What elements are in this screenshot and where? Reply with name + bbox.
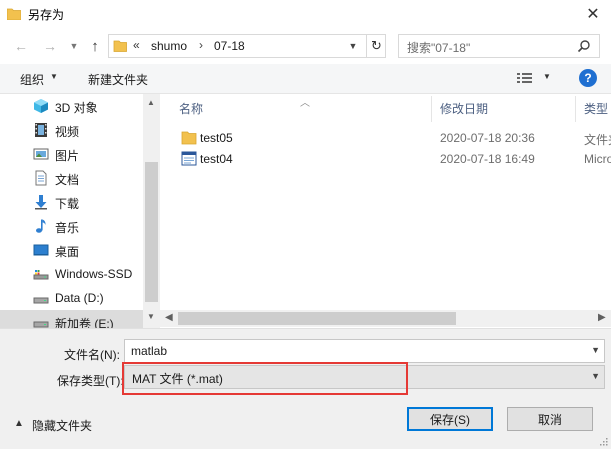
overflow-chevron[interactable]: « — [133, 38, 140, 52]
drive-icon — [33, 297, 49, 304]
breadcrumb-separator-icon[interactable]: › — [199, 38, 203, 52]
music-icon — [36, 219, 46, 233]
search-input[interactable]: 搜索"07-18" — [398, 34, 600, 58]
column-header-modified[interactable]: 修改日期 — [440, 100, 488, 117]
scrollbar-thumb[interactable] — [145, 162, 158, 302]
drive-icon — [33, 270, 49, 280]
file-row-test05[interactable]: test05 2020-07-18 20:36 文件夹 — [160, 127, 611, 148]
save-button[interactable]: 保存(S) — [407, 407, 493, 431]
nav-item-label: 图片 — [55, 149, 80, 163]
nav-item-new-volume-e[interactable]: 新加卷 (E:) — [0, 310, 143, 328]
chevron-up-icon[interactable]: ▲ — [14, 418, 24, 429]
window-title: 另存为 — [28, 8, 65, 22]
column-divider[interactable] — [431, 96, 432, 122]
file-name: test04 — [200, 152, 233, 166]
nav-item-videos[interactable]: 视频 — [0, 118, 143, 142]
column-header-type[interactable]: 类型 — [584, 100, 608, 117]
title-bar: 另存为 ✕ — [0, 0, 611, 28]
file-type: 文件夹 — [584, 133, 611, 147]
documents-icon — [35, 170, 47, 186]
nav-item-label: 文档 — [55, 173, 80, 187]
sort-ascending-icon: ︿ — [300, 98, 310, 109]
chevron-down-icon[interactable]: ▼ — [591, 371, 600, 381]
filetype-label: 保存类型(T): — [57, 374, 124, 388]
cancel-button[interactable]: 取消 — [507, 407, 593, 431]
breadcrumb-07-18[interactable]: 07-18 — [214, 39, 245, 53]
nav-item-label: Data (D:) — [55, 291, 104, 305]
document-icon — [181, 151, 197, 166]
nav-item-label: 下载 — [55, 197, 80, 211]
navigation-pane: 3D 对象 视频 图片 文档 下载 音乐 桌面 Windows-SSD Data… — [0, 94, 143, 328]
resize-grip-icon[interactable] — [598, 436, 608, 446]
organize-button[interactable]: 组织 — [20, 71, 44, 88]
nav-item-label: 音乐 — [55, 221, 80, 235]
column-header-name[interactable]: 名称 — [179, 100, 203, 117]
new-folder-button[interactable]: 新建文件夹 — [88, 71, 148, 88]
nav-item-data-d[interactable]: Data (D:) — [0, 286, 143, 310]
nav-item-windows-ssd[interactable]: Windows-SSD — [0, 262, 143, 286]
file-row-test04[interactable]: test04 2020-07-18 16:49 Micro — [160, 148, 611, 169]
nav-item-label: 3D 对象 — [55, 101, 98, 115]
chevron-down-icon[interactable]: ▼ — [345, 38, 361, 54]
view-options-icon[interactable] — [516, 71, 534, 85]
chevron-down-icon[interactable]: ▼ — [591, 345, 600, 355]
save-options-panel: 文件名(N): matlab ▼ 保存类型(T): MAT 文件 (*.mat)… — [0, 328, 611, 449]
video-icon — [35, 123, 47, 137]
command-toolbar: 组织 ▼ 新建文件夹 ▼ ? — [0, 64, 611, 94]
filetype-select[interactable]: MAT 文件 (*.mat) ▼ — [124, 365, 605, 389]
scroll-right-icon[interactable]: ▶ — [598, 312, 606, 323]
nav-item-documents[interactable]: 文档 — [0, 166, 143, 190]
scroll-left-icon[interactable]: ◀ — [165, 312, 173, 323]
search-placeholder: 搜索"07-18" — [407, 41, 471, 55]
column-divider[interactable] — [575, 96, 576, 122]
file-modified: 2020-07-18 16:49 — [440, 152, 535, 166]
help-icon[interactable]: ? — [579, 69, 597, 87]
breadcrumb-shumo[interactable]: shumo — [151, 39, 187, 53]
nav-item-3d-objects[interactable]: 3D 对象 — [0, 94, 143, 118]
desktop-icon — [33, 244, 49, 256]
3d-objects-icon — [34, 99, 48, 113]
filename-label: 文件名(N): — [64, 348, 120, 362]
nav-item-desktop[interactable]: 桌面 — [0, 238, 143, 262]
folder-icon — [113, 40, 127, 52]
scrollbar-thumb[interactable] — [178, 312, 456, 325]
file-name: test05 — [200, 131, 233, 145]
scroll-up-icon[interactable]: ▲ — [147, 98, 155, 107]
downloads-icon — [35, 195, 47, 210]
nav-item-downloads[interactable]: 下载 — [0, 190, 143, 214]
hide-folders-toggle[interactable]: 隐藏文件夹 — [32, 417, 92, 434]
forward-arrow-icon[interactable]: → — [40, 36, 60, 56]
search-icon[interactable] — [577, 39, 591, 53]
folder-icon — [181, 131, 197, 145]
nav-item-label: Windows-SSD — [55, 267, 133, 281]
file-modified: 2020-07-18 20:36 — [440, 131, 535, 145]
folder-icon — [7, 8, 21, 20]
caret-down-icon[interactable]: ▼ — [50, 72, 58, 81]
filename-value[interactable]: matlab — [131, 344, 167, 358]
back-arrow-icon[interactable]: ← — [11, 36, 31, 56]
file-list: ︿ 名称 修改日期 类型 test05 2020-07-18 20:36 文件夹… — [160, 94, 611, 328]
up-arrow-icon[interactable]: ↑ — [85, 36, 105, 56]
file-type: Micro — [584, 152, 611, 166]
drive-icon — [33, 321, 49, 328]
scroll-down-icon[interactable]: ▼ — [147, 312, 155, 321]
file-list-horizontal-scrollbar[interactable]: ◀ ▶ — [160, 310, 611, 327]
nav-item-pictures[interactable]: 图片 — [0, 142, 143, 166]
pictures-icon — [33, 148, 49, 160]
recent-locations-chevron-icon[interactable]: ▼ — [64, 36, 84, 56]
caret-down-icon[interactable]: ▼ — [543, 72, 551, 81]
nav-item-music[interactable]: 音乐 — [0, 214, 143, 238]
refresh-icon[interactable]: ↻ — [366, 35, 386, 57]
close-icon[interactable]: ✕ — [581, 2, 605, 26]
filetype-value[interactable]: MAT 文件 (*.mat) — [132, 370, 223, 387]
navigation-bar: ← → ▼ ↑ « shumo › 07-18 ▼ ↻ 搜索"07-18" — [0, 30, 611, 62]
nav-item-label: 视频 — [55, 125, 80, 139]
navigation-scrollbar[interactable]: ▲ ▼ — [143, 94, 160, 328]
nav-item-label: 新加卷 (E:) — [55, 317, 114, 328]
filename-input[interactable]: matlab ▼ — [124, 339, 605, 363]
address-bar[interactable]: « shumo › 07-18 ▼ ↻ — [108, 34, 386, 58]
nav-item-label: 桌面 — [55, 245, 80, 259]
